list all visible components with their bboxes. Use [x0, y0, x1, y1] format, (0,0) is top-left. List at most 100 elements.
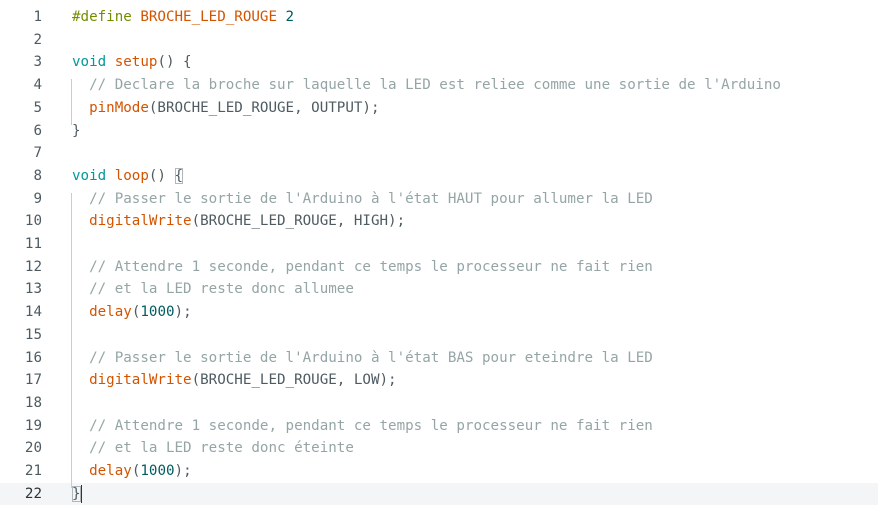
code-text: } — [72, 120, 81, 143]
code-line[interactable]: 1 #define BROCHE_LED_ROUGE 2 — [0, 6, 878, 29]
code-token: void — [72, 167, 107, 184]
code-text: // et la LED reste donc allumee — [72, 278, 354, 301]
code-line[interactable]: 8 void loop() { — [0, 165, 878, 188]
code-token: } — [72, 122, 81, 139]
code-token: (BROCHE_LED_ROUGE, HIGH); — [191, 213, 406, 230]
code-token: void — [72, 54, 107, 71]
code-line[interactable]: 17 digitalWrite(BROCHE_LED_ROUGE, LOW); — [0, 369, 878, 392]
line-number: 22 — [24, 485, 42, 502]
code-token: () — [148, 167, 175, 184]
line-number: 1 — [33, 9, 42, 25]
code-line[interactable]: 7 — [0, 142, 878, 165]
line-number: 3 — [33, 54, 42, 71]
code-line[interactable]: 20 // et la LED reste donc éteinte — [0, 437, 878, 460]
code-text: // Passer le sortie de l'Arduino à l'éta… — [72, 188, 653, 211]
comment-token: // Attendre 1 seconde, pendant ce temps … — [72, 258, 653, 275]
code-token: ); — [174, 304, 192, 321]
code-token: (BROCHE_LED_ROUGE, LOW); — [191, 372, 397, 389]
code-text: } — [72, 483, 82, 506]
line-number: 6 — [33, 122, 42, 139]
line-number: 21 — [24, 463, 42, 479]
code-token: 1000 — [140, 304, 175, 321]
code-line[interactable]: 5 pinMode(BROCHE_LED_ROUGE, OUTPUT); — [0, 97, 878, 120]
code-token: loop — [114, 167, 149, 184]
code-text: // Passer le sortie de l'Arduino à l'éta… — [72, 347, 653, 370]
line-number: 15 — [24, 326, 42, 343]
code-editor[interactable]: 1 #define BROCHE_LED_ROUGE 2 2 3 void setup(… — [0, 0, 878, 531]
line-number: 12 — [24, 258, 42, 275]
code-token: } — [72, 485, 81, 502]
indent-guide-setup — [71, 79, 72, 125]
line-number: 18 — [24, 394, 42, 411]
line-number: 2 — [33, 31, 42, 48]
code-text: #define BROCHE_LED_ROUGE 2 — [72, 6, 294, 29]
code-text: delay(1000); — [72, 460, 192, 483]
code-line[interactable]: 9 // Passer le sortie de l'Arduino à l'é… — [0, 188, 878, 211]
code-line[interactable]: 19 // Attendre 1 seconde, pendant ce tem… — [0, 415, 878, 438]
code-token: ); — [174, 463, 192, 479]
code-line[interactable]: 12 // Attendre 1 seconde, pendant ce tem… — [0, 256, 878, 279]
code-token: setup — [114, 54, 158, 71]
line-number: 9 — [33, 190, 42, 207]
line-number: 5 — [33, 99, 42, 116]
code-token: pinMode — [89, 99, 149, 116]
line-number: 16 — [24, 349, 42, 366]
code-text: // et la LED reste donc éteinte — [72, 437, 354, 460]
code-line[interactable]: 21 delay(1000); — [0, 460, 878, 483]
line-number: 13 — [24, 281, 42, 298]
code-text: digitalWrite(BROCHE_LED_ROUGE, HIGH); — [72, 210, 405, 233]
code-token: digitalWrite — [89, 372, 192, 389]
code-line[interactable]: 14 delay(1000); — [0, 301, 878, 324]
comment-token: // Passer le sortie de l'Arduino à l'éta… — [72, 349, 653, 366]
code-text: pinMode(BROCHE_LED_ROUGE, OUTPUT); — [72, 97, 380, 120]
code-token: () { — [157, 54, 192, 71]
code-token: BROCHE_LED_ROUGE — [140, 9, 278, 25]
code-line[interactable]: 18 — [0, 392, 878, 415]
code-token: 1000 — [140, 463, 175, 479]
code-token: delay — [89, 463, 132, 479]
line-number: 11 — [24, 236, 42, 252]
code-line[interactable]: 11 — [0, 233, 878, 256]
code-line[interactable]: 2 — [0, 29, 878, 52]
code-text: void loop() { — [72, 165, 184, 188]
code-line[interactable]: 10 digitalWrite(BROCHE_LED_ROUGE, HIGH); — [0, 210, 878, 233]
comment-token: // et la LED reste donc éteinte — [72, 440, 354, 457]
line-number: 4 — [33, 77, 42, 94]
code-line[interactable]: 4 // Declare la broche sur laquelle la L… — [0, 74, 878, 97]
line-number: 7 — [33, 145, 42, 162]
code-token: 2 — [277, 9, 295, 25]
line-number: 8 — [33, 167, 42, 184]
code-token: digitalWrite — [89, 213, 192, 230]
code-line[interactable]: 16 // Passer le sortie de l'Arduino à l'… — [0, 347, 878, 370]
code-line[interactable]: 22} — [0, 482, 878, 506]
code-line[interactable]: 13 // et la LED reste donc allumee — [0, 278, 878, 301]
code-line[interactable]: 15 — [0, 324, 878, 347]
line-number: 10 — [24, 213, 42, 230]
comment-token: // Passer le sortie de l'Arduino à l'éta… — [72, 190, 653, 207]
code-text: // Attendre 1 seconde, pendant ce temps … — [72, 256, 653, 279]
code-text: void setup() { — [72, 51, 192, 74]
text-cursor — [80, 484, 82, 503]
comment-token: // et la LED reste donc allumee — [72, 281, 354, 298]
code-token: delay — [89, 304, 132, 321]
line-number: 17 — [24, 372, 42, 389]
code-line[interactable]: 3 void setup() { — [0, 51, 878, 74]
indent-guide-loop — [71, 192, 72, 488]
code-text: digitalWrite(BROCHE_LED_ROUGE, LOW); — [72, 369, 397, 392]
comment-token: // Declare la broche sur laquelle la LED… — [72, 77, 781, 94]
code-token: { — [174, 167, 184, 184]
code-text: // Declare la broche sur laquelle la LED… — [72, 74, 781, 97]
line-number: 14 — [24, 304, 42, 321]
code-token: (BROCHE_LED_ROUGE, OUTPUT); — [148, 99, 380, 116]
comment-token: // Attendre 1 seconde, pendant ce temps … — [72, 417, 653, 434]
code-token: #define — [72, 9, 141, 25]
line-number: 20 — [24, 440, 42, 457]
code-line[interactable]: 6} — [0, 120, 878, 143]
